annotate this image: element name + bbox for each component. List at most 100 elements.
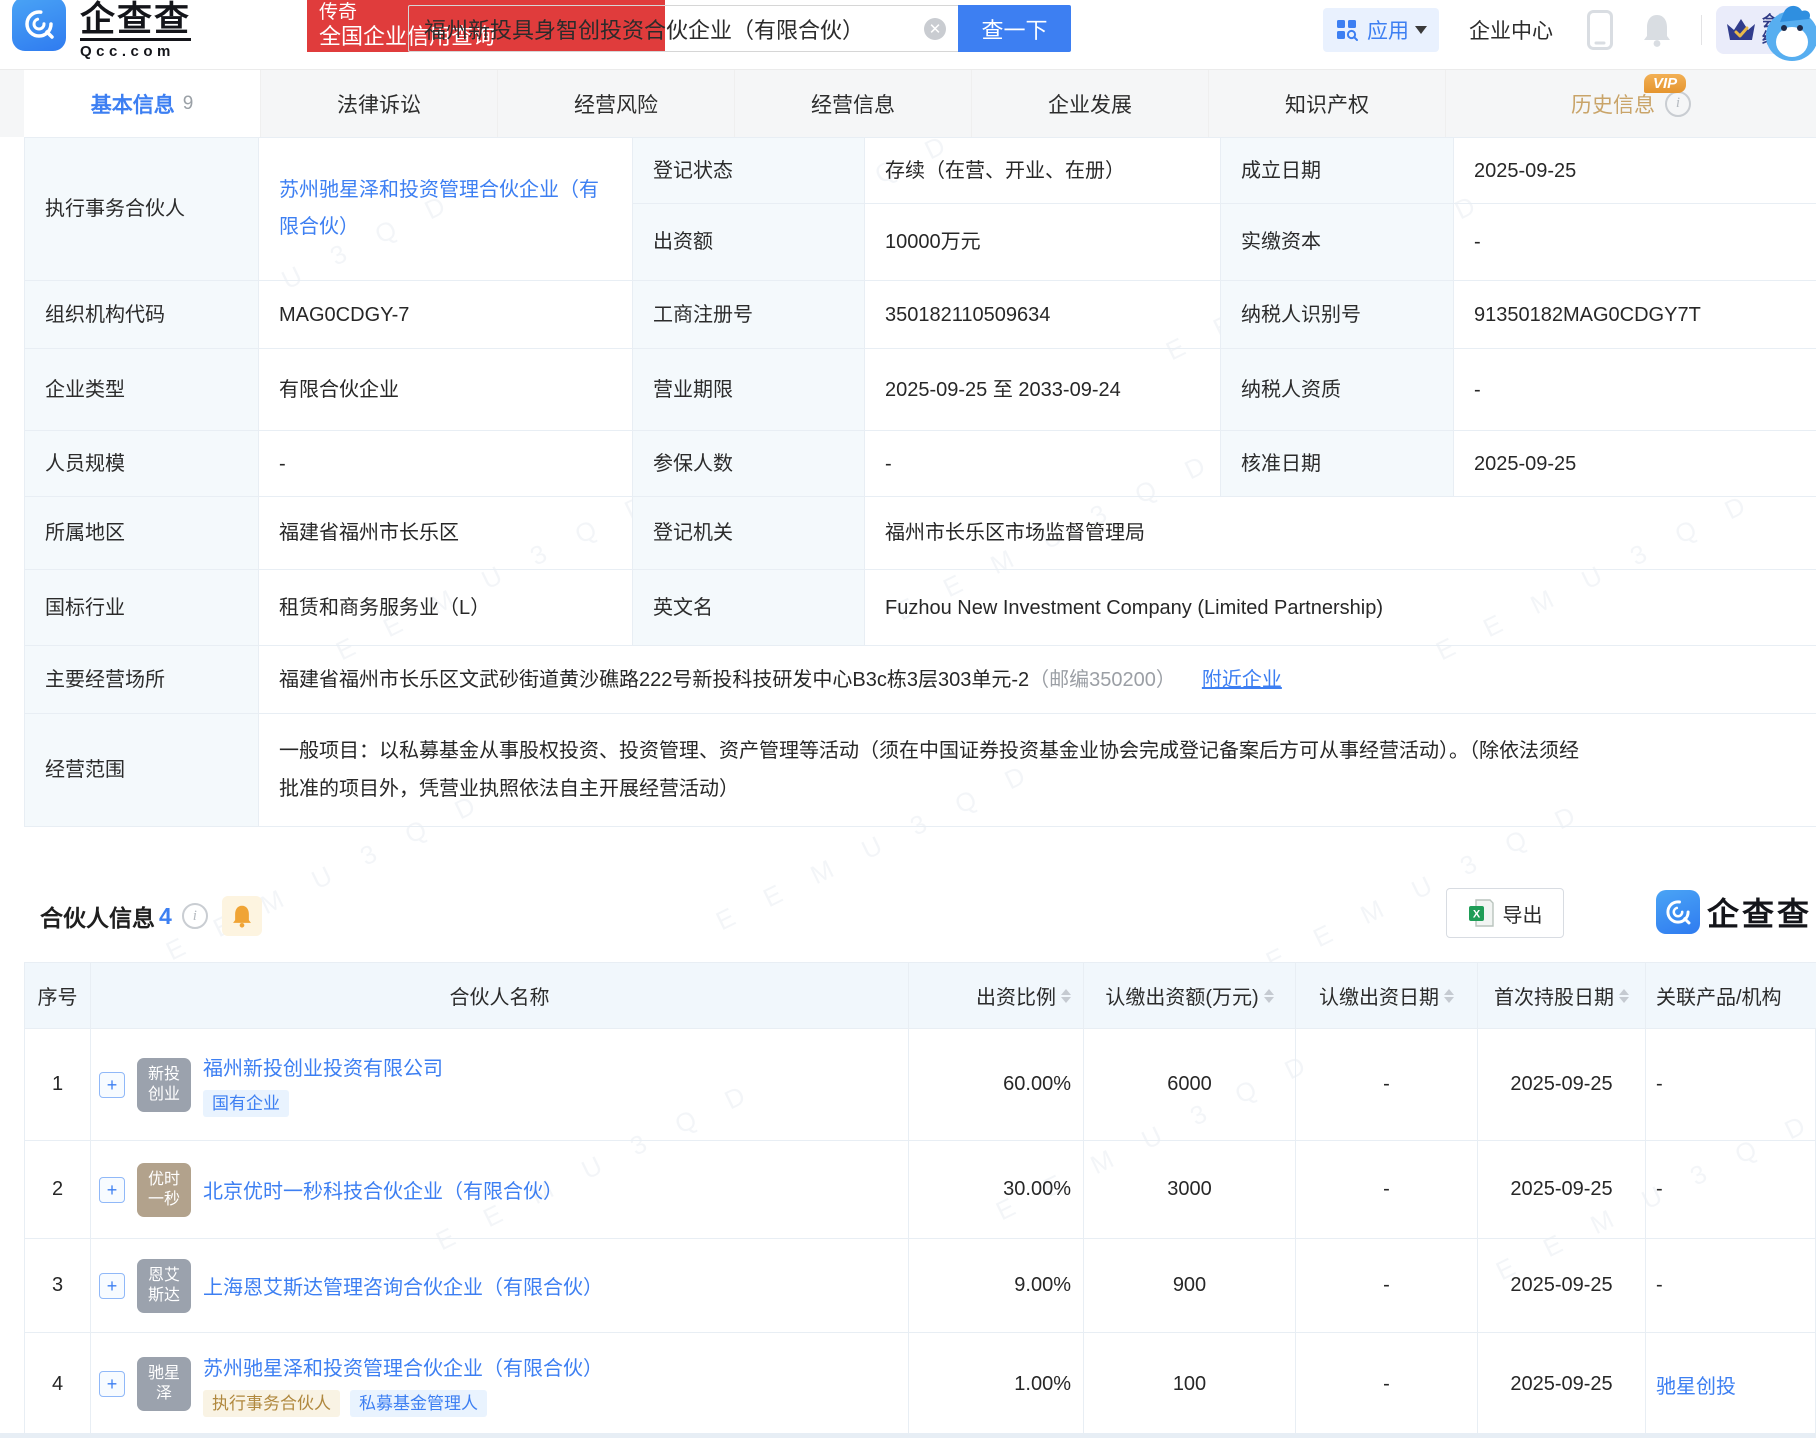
first-date-value: 2025-09-25 [1478,1239,1646,1333]
expand-icon[interactable]: + [99,1071,125,1098]
info-icon[interactable]: i [1665,90,1691,117]
divider [1701,15,1702,45]
search-box[interactable]: ✕ [408,5,958,52]
qcc-spiral-icon [25,10,54,39]
export-button[interactable]: X 导出 [1446,888,1564,938]
field-label: 参保人数 [633,431,865,497]
mascot-icon[interactable] [1762,2,1816,62]
export-label: 导出 [1502,904,1543,927]
business-scope-value: 一般项目：以私募基金从事股权投资、投资管理、资产管理等活动（须在中国证券投资基金… [259,714,1816,827]
executive-partner-link[interactable]: 苏州驰星泽和投资管理合伙企业（有限合伙） [279,172,618,246]
partner-name-cell: + 驰星泽 苏州驰星泽和投资管理合伙企业（有限合伙） 执行事务合伙人 私募基金管… [91,1333,909,1436]
field-label: 实缴资本 [1221,204,1454,281]
row-no: 2 [25,1141,91,1239]
search-clear-icon[interactable]: ✕ [924,17,946,40]
sub-date-value: - [1296,1333,1478,1436]
tab-history-label: 历史信息 [1571,93,1655,117]
industry-value: 租赁和商务服务业（L） [259,570,633,646]
related-value: 驰星创投 [1646,1333,1816,1436]
taxpayer-id-value: 91350182MAG0CDGY7T [1454,281,1816,349]
qcc-logo-icon [1655,890,1700,934]
mobile-app-icon[interactable] [1587,10,1613,50]
col-first-date[interactable]: 首次持股日期 [1478,963,1646,1029]
partner-name-link[interactable]: 福州新投创业投资有限公司 [203,1052,443,1081]
sort-icon[interactable] [1444,988,1454,1003]
qcc-logo-text: 企查查 [1706,896,1812,932]
field-label: 出资额 [633,204,865,281]
field-label: 英文名 [633,570,865,646]
address-text: 福建省福州市长乐区文武砂街道黄沙礁路222号新投科技研发中心B3c栋3层303单… [279,668,1030,691]
tab-basic-info-label: 基本信息 [90,93,175,117]
business-scope-text: 一般项目：以私募基金从事股权投资、投资管理、资产管理等活动（须在中国证券投资基金… [279,740,1579,800]
info-icon[interactable]: i [181,903,208,929]
expand-icon[interactable]: + [99,1272,125,1299]
partner-name-link[interactable]: 苏州驰星泽和投资管理合伙企业（有限合伙） [203,1352,603,1381]
nearby-companies-link[interactable]: 附近企业 [1202,663,1282,697]
insured-count-value: - [865,431,1221,497]
enterprise-center-link[interactable]: 企业中心 [1469,15,1553,45]
partner-row: 4 + 驰星泽 苏州驰星泽和投资管理合伙企业（有限合伙） 执行事务合伙人 私募基… [25,1333,1816,1436]
qcc-company-page: E E M U 3 Q D E E M U 3 Q D E E M U 3 Q … [0,0,1816,1438]
qcc-watermark-logo: 企查查 [1655,889,1812,935]
brand-en: Qcc.com [80,38,192,60]
amount-value: 900 [1084,1239,1296,1333]
notification-bell-icon[interactable] [1641,12,1673,48]
tab-operation-info[interactable]: 经营信息 [735,70,972,137]
executive-partner-value: 苏州驰星泽和投资管理合伙企业（有限合伙） [259,138,633,281]
avatar: 优时 一秒 [137,1162,191,1217]
row-no: 3 [25,1239,91,1333]
col-sub-date[interactable]: 认缴出资日期 [1296,963,1478,1029]
brand-wordmark[interactable]: 企查查 Qcc.com [80,2,192,60]
tab-operation-risk[interactable]: 经营风险 [498,70,735,137]
tab-legal[interactable]: 法律诉讼 [261,70,498,137]
field-label: 核准日期 [1221,431,1454,497]
avatar: 驰星泽 [137,1357,191,1411]
field-label: 经营范围 [25,714,259,827]
chevron-down-icon [1415,26,1427,34]
qcc-logo-icon[interactable] [12,0,66,51]
field-label: 主要经营场所 [25,646,259,714]
org-code-value: MAG0CDGY-7 [259,281,633,349]
expand-icon[interactable]: + [99,1176,125,1203]
registration-status-value: 存续（在营、开业、在册） [865,138,1221,204]
field-label: 所属地区 [25,497,259,570]
col-related: 关联产品/机构 [1646,963,1816,1029]
tab-ip[interactable]: 知识产权 [1209,70,1446,137]
field-label: 纳税人识别号 [1221,281,1454,349]
avatar: 新投 创业 [137,1057,191,1112]
expand-icon[interactable]: + [99,1371,125,1397]
tab-basic-info[interactable]: 基本信息 9 [24,70,261,137]
col-ratio[interactable]: 出资比例 [909,963,1084,1029]
apps-label: 应用 [1367,20,1409,43]
tag-executive-partner: 执行事务合伙人 [203,1389,340,1417]
ratio-value: 30.00% [909,1141,1084,1239]
sort-icon[interactable] [1619,988,1629,1003]
col-amount[interactable]: 认缴出资额(万元) [1084,963,1296,1029]
tab-development[interactable]: 企业发展 [972,70,1209,137]
field-label: 登记机关 [633,497,865,570]
avatar: 恩艾 斯达 [137,1258,191,1313]
sub-date-value: - [1296,1029,1478,1141]
related-value: - [1646,1239,1816,1333]
monitor-bell-icon[interactable] [221,896,262,936]
partner-row: 1 + 新投 创业 福州新投创业投资有限公司 国有企业 60.00% 6000 -… [25,1029,1816,1141]
partner-name-link[interactable]: 北京优时一秒科技合伙企业（有限合伙） [203,1175,563,1204]
paid-in-value: - [1454,204,1816,281]
business-term-value: 2025-09-25 至 2033-09-24 [865,349,1221,431]
related-product-link[interactable]: 驰星创投 [1656,1370,1736,1399]
ratio-value: 1.00% [909,1333,1084,1436]
partners-table-header: 序号 合伙人名称 出资比例 认缴出资额(万元) 认缴出资日期 首次持股日期 关联… [25,963,1816,1029]
tag-state-owned: 国有企业 [203,1090,289,1117]
address-value: 福建省福州市长乐区文武砂街道黄沙礁路222号新投科技研发中心B3c栋3层303单… [259,646,1816,714]
partners-section-header: 合伙人信息 4 i X 导出 企查查 [24,880,1816,950]
tab-history[interactable]: 历史信息 i VIP [1446,70,1816,137]
amount-value: 100 [1084,1333,1296,1436]
apps-menu[interactable]: 应用 [1323,8,1439,52]
col-no: 序号 [25,963,91,1029]
search-input[interactable] [424,15,924,42]
search-button[interactable]: 查一下 [958,5,1071,52]
sort-icon[interactable] [1263,988,1274,1003]
sort-icon[interactable] [1061,988,1071,1003]
section-tabs: 基本信息 9 法律诉讼 经营风险 经营信息 企业发展 知识产权 历史信息 i V… [0,69,1816,137]
partner-name-link[interactable]: 上海恩艾斯达管理咨询合伙企业（有限合伙） [203,1271,603,1300]
